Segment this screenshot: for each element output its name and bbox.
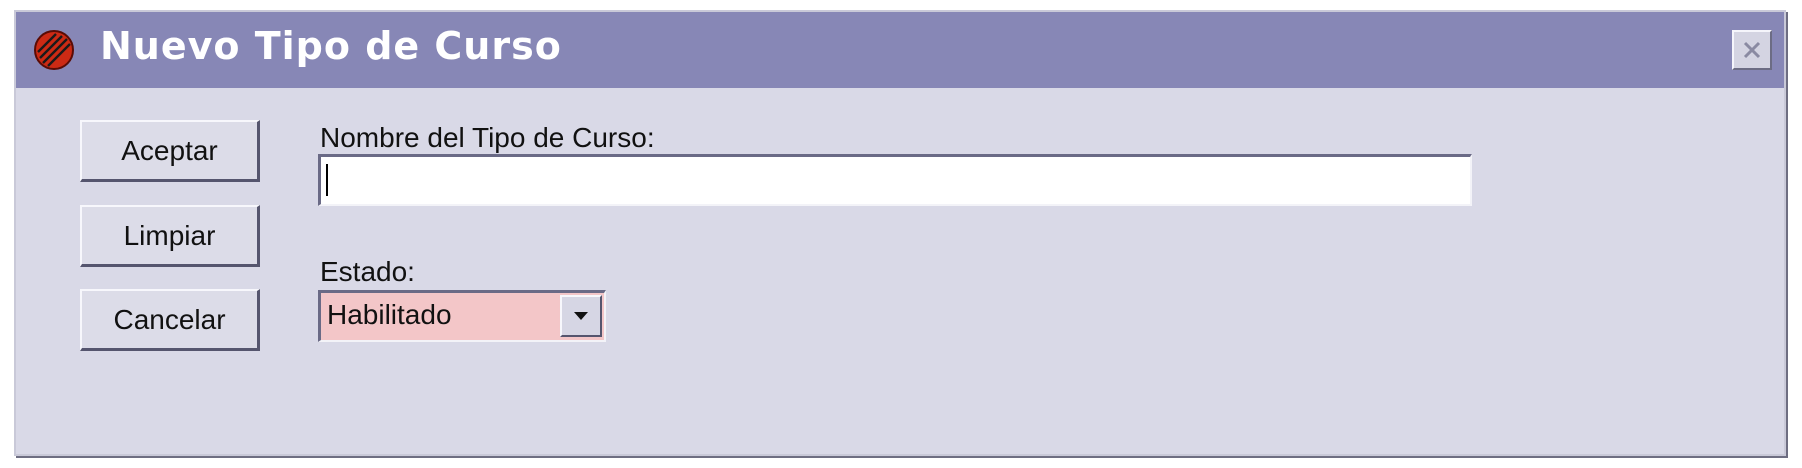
clear-button[interactable]: Limpiar [80,205,260,267]
state-label: Estado: [320,256,415,287]
cancel-button[interactable]: Cancelar [80,289,260,351]
course-type-name-input[interactable] [318,154,1472,206]
window-title: Nuevo Tipo de Curso [100,24,562,68]
state-select[interactable]: Habilitado [318,290,606,342]
close-icon [1743,41,1761,59]
text-caret [326,164,328,196]
chevron-down-icon [574,312,588,320]
state-select-value: Habilitado [327,299,452,330]
accept-button[interactable]: Aceptar [80,120,260,182]
dialog-window: Nuevo Tipo de Curso Aceptar Limpiar Canc… [14,10,1786,456]
course-type-name-label: Nombre del Tipo de Curso: [320,122,655,153]
title-bar[interactable]: Nuevo Tipo de Curso [16,12,1784,88]
state-dropdown-button[interactable] [560,295,602,337]
app-logo-icon [34,30,74,70]
close-button[interactable] [1732,30,1772,70]
